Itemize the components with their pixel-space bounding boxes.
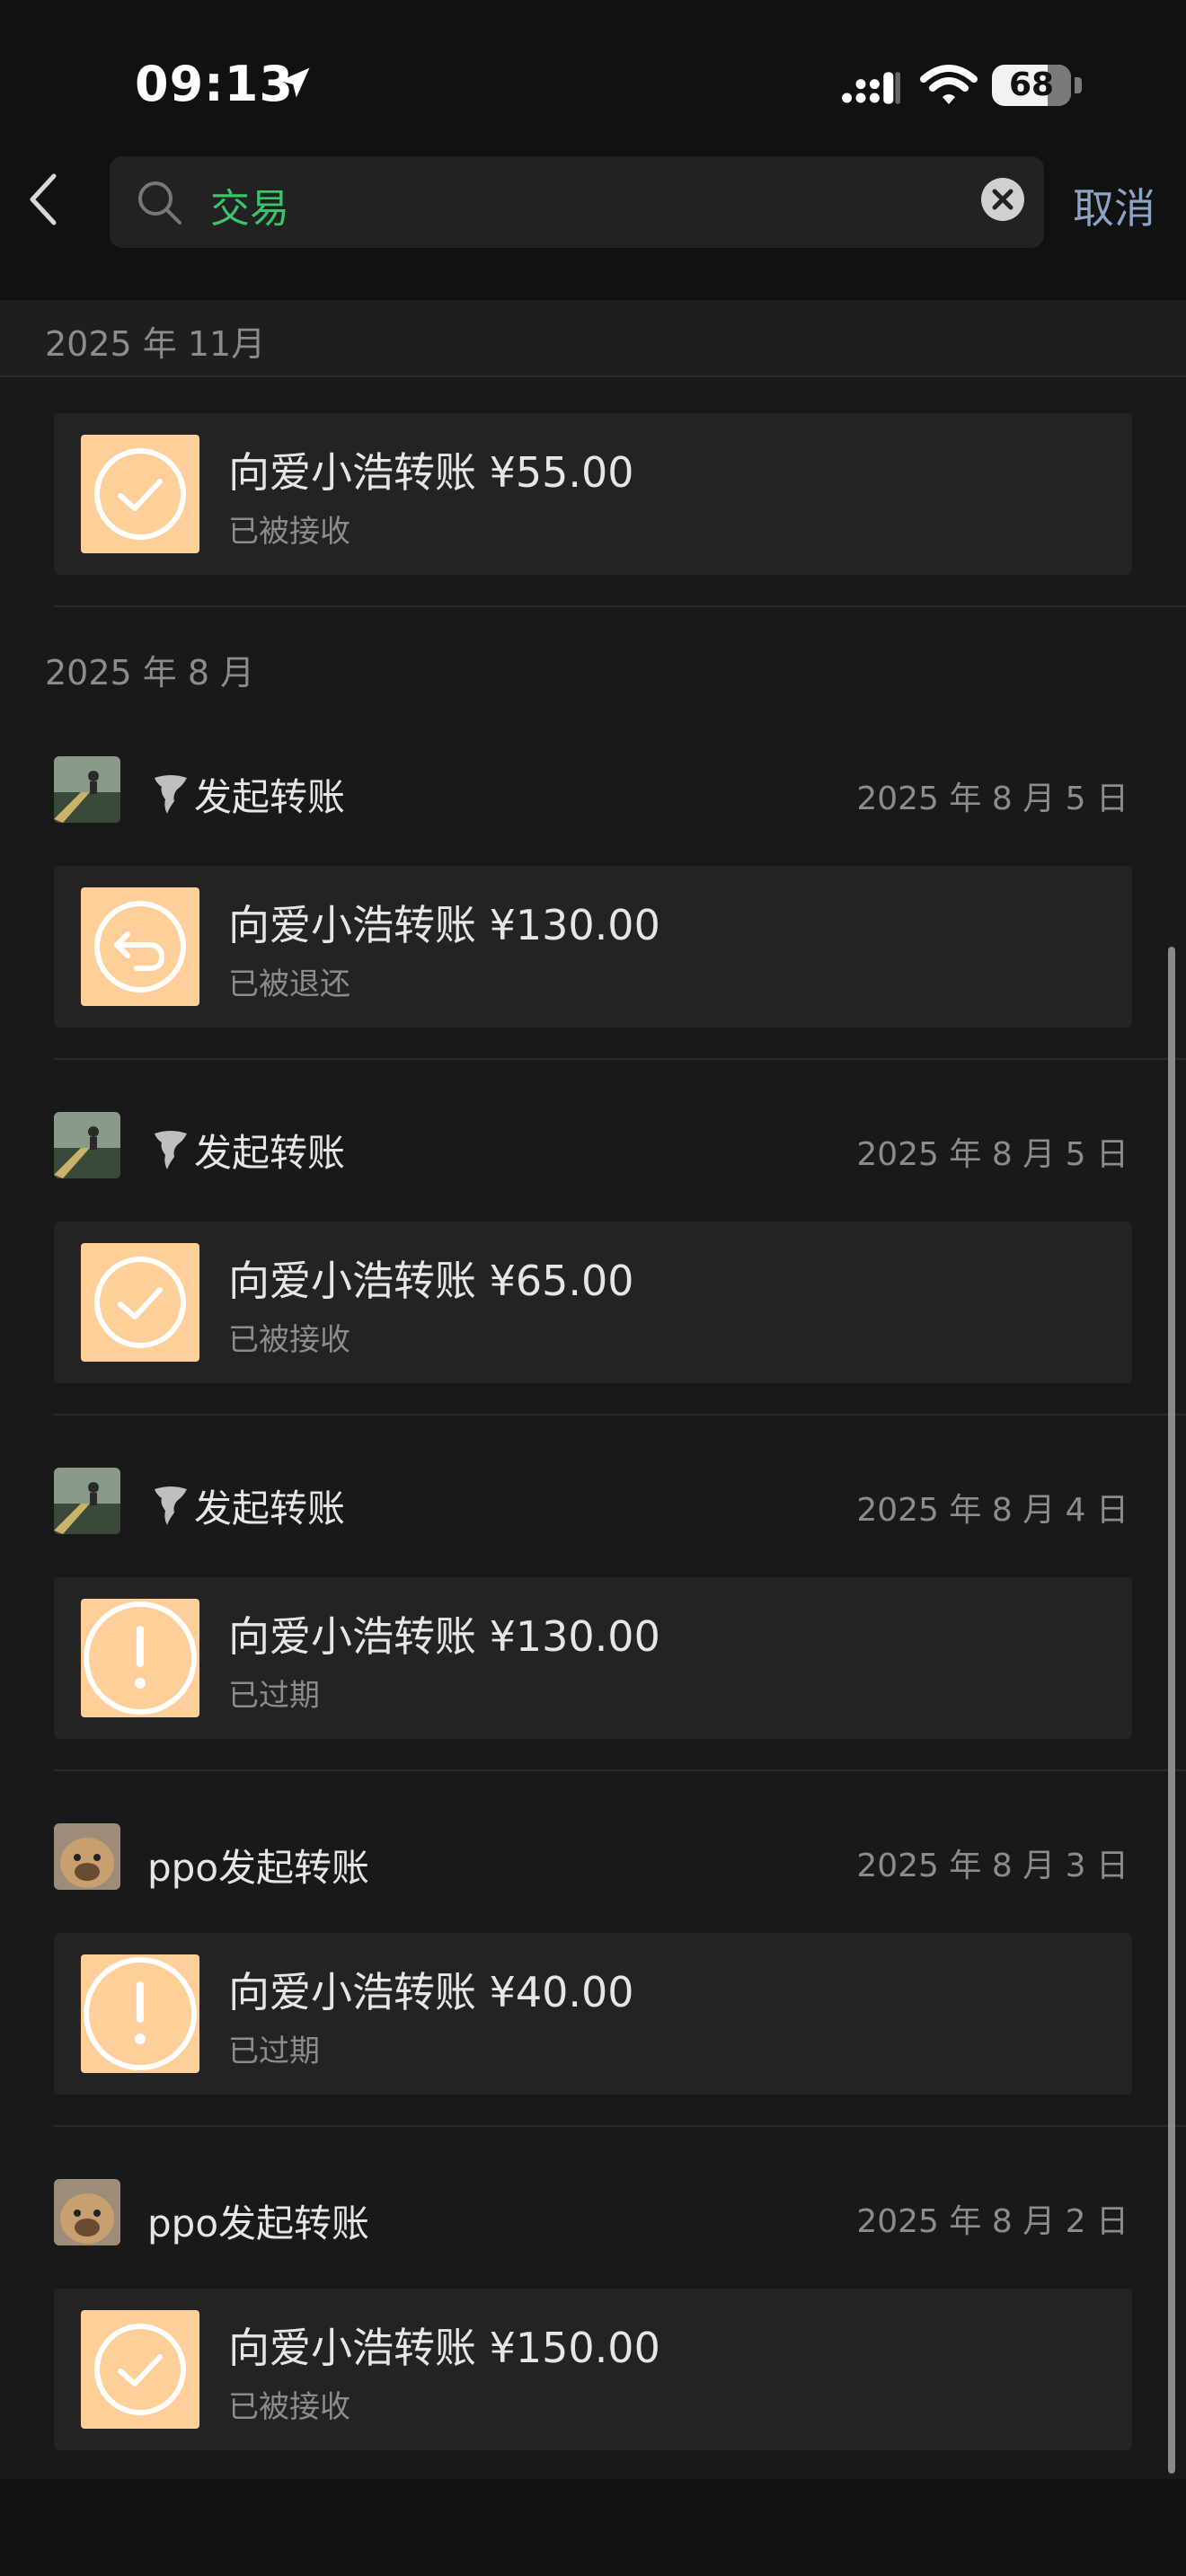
tornado-icon <box>155 1131 187 1169</box>
month-label: 2025 年 8 月 <box>45 653 255 693</box>
cellular-signal-icon <box>842 72 900 104</box>
status-time: 09:13 <box>135 56 294 112</box>
battery-cap <box>1075 77 1082 93</box>
sender-name: ppo发起转账 <box>147 1846 370 1890</box>
card-title: 向爱小浩转账 ¥55.00 <box>228 448 634 497</box>
card-status: 已被接收 <box>228 2389 350 2425</box>
card-title: 向爱小浩转账 ¥130.00 <box>228 1612 660 1661</box>
card-status: 已过期 <box>228 1678 320 1714</box>
sender-name: 发起转账 <box>153 1478 345 1533</box>
divider <box>54 1769 1186 1771</box>
avatar[interactable] <box>54 2179 120 2245</box>
transfer-card[interactable]: 向爱小浩转账 ¥130.00 已过期 <box>54 1577 1132 1739</box>
location-arrow-icon <box>279 67 310 98</box>
wifi-icon <box>920 65 978 104</box>
card-status: 已被退还 <box>228 966 350 1002</box>
tornado-icon <box>155 775 187 814</box>
avatar[interactable] <box>54 1823 120 1890</box>
divider <box>54 2125 1186 2127</box>
sender-label: 发起转账 <box>194 775 346 819</box>
check-icon <box>81 435 199 553</box>
transfer-card[interactable]: 向爱小浩转账 ¥55.00 已被接收 <box>54 413 1132 575</box>
month-header: 2025 年 11月 <box>0 300 1186 375</box>
check-icon <box>81 2310 199 2429</box>
exclamation-icon <box>81 1954 199 2073</box>
tornado-icon <box>155 1486 187 1525</box>
battery-indicator: 68 <box>992 65 1071 106</box>
cancel-button[interactable]: 取消 <box>1073 176 1155 235</box>
record-date: 2025 年 8 月 5 日 <box>856 1136 1128 1173</box>
sender-label: 发起转账 <box>194 1486 346 1531</box>
record-date: 2025 年 8 月 3 日 <box>856 1848 1128 1884</box>
return-icon <box>81 887 199 1006</box>
transfer-card[interactable]: 向爱小浩转账 ¥130.00 已被退还 <box>54 866 1132 1028</box>
avatar[interactable] <box>54 756 120 823</box>
exclamation-icon <box>81 1599 199 1717</box>
divider <box>54 1414 1186 1416</box>
sender-name: 发起转账 <box>153 767 345 822</box>
card-status: 已被接收 <box>228 514 350 550</box>
transfer-card[interactable]: 向爱小浩转账 ¥65.00 已被接收 <box>54 1222 1132 1383</box>
sender-name: ppo发起转账 <box>147 2201 370 2245</box>
record-date: 2025 年 8 月 2 日 <box>856 2203 1128 2240</box>
battery-level: 68 <box>1008 66 1055 103</box>
search-query[interactable]: 交易 <box>210 176 289 234</box>
search-icon <box>138 181 181 225</box>
card-title: 向爱小浩转账 ¥40.00 <box>228 1968 634 2016</box>
divider <box>54 1058 1186 1060</box>
card-status: 已被接收 <box>228 1322 350 1358</box>
card-title: 向爱小浩转账 ¥150.00 <box>228 2324 660 2372</box>
sender-name: 发起转账 <box>153 1123 345 1178</box>
bottom-area <box>0 2479 1186 2576</box>
card-title: 向爱小浩转账 ¥65.00 <box>228 1257 634 1305</box>
card-title: 向爱小浩转账 ¥130.00 <box>228 901 660 949</box>
sender-label: 发起转账 <box>194 1131 346 1175</box>
avatar[interactable] <box>54 1468 120 1534</box>
avatar[interactable] <box>54 1112 120 1178</box>
card-status: 已过期 <box>228 2033 320 2069</box>
scrollbar[interactable] <box>1168 947 1175 2474</box>
top-bar <box>0 0 1186 300</box>
transfer-card[interactable]: 向爱小浩转账 ¥40.00 已过期 <box>54 1933 1132 2095</box>
back-chevron-icon[interactable] <box>25 171 61 228</box>
record-date: 2025 年 8 月 5 日 <box>856 781 1128 817</box>
check-icon <box>81 1243 199 1362</box>
divider <box>0 375 1186 377</box>
month-label: 2025 年 11月 <box>45 324 266 364</box>
clear-icon[interactable] <box>979 176 1026 223</box>
record-date: 2025 年 8 月 4 日 <box>856 1492 1128 1529</box>
transfer-card[interactable]: 向爱小浩转账 ¥150.00 已被接收 <box>54 2289 1132 2450</box>
divider <box>54 605 1186 607</box>
